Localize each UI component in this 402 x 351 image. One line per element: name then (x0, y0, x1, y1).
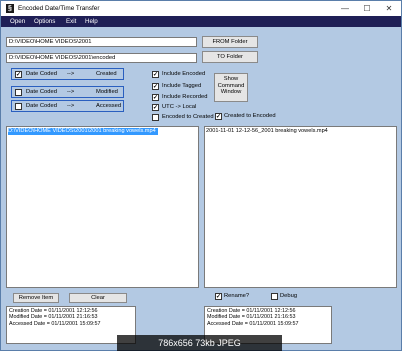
menu-bar: Open Options Exit Help (1, 16, 401, 27)
app-window: § Encoded Date/Time Transfer — ☐ ✕ Open … (0, 0, 402, 351)
minimize-button[interactable]: — (334, 1, 356, 16)
source-file-list[interactable]: D:\VIDEO\HOME VIDEOS\2001\2001 breaking … (6, 126, 199, 288)
mapping-target-label: Created (96, 71, 117, 77)
rename-checkbox[interactable]: ✓ (215, 293, 222, 300)
mapping-target-label: Modified (96, 89, 118, 95)
created-to-encoded-label: Created to Encoded (224, 113, 276, 119)
menu-exit[interactable]: Exit (66, 16, 76, 27)
mapping-target-label: Accessed (96, 103, 122, 109)
to-folder-input[interactable]: D:\VIDEO\HOME VIDEOS\2001\encoded (6, 53, 197, 63)
target-file-list[interactable]: 2001-11-01 12-12-56_2001 breaking vowels… (204, 126, 397, 288)
include-tagged-label: Include Tagged (162, 83, 202, 89)
mapping-source-label: Date Coded (26, 103, 57, 109)
clear-button[interactable]: Clear (69, 293, 127, 303)
encoded-to-created-checkbox[interactable] (152, 114, 159, 121)
accessed-date-text: Accessed Date = 01/11/2001 15:09:57 (9, 320, 101, 327)
utc-to-local-checkbox[interactable]: ✓ (152, 104, 159, 111)
title-bar: § Encoded Date/Time Transfer — ☐ ✕ (1, 1, 401, 16)
maximize-button[interactable]: ☐ (356, 1, 378, 16)
mapping-modified-checkbox[interactable] (15, 89, 22, 96)
window-title: Encoded Date/Time Transfer (18, 5, 100, 12)
rename-label: Rename? (224, 293, 250, 299)
created-to-encoded-checkbox[interactable]: ✓ (215, 113, 222, 120)
mapping-source-label: Date Coded (26, 71, 57, 77)
debug-label: Debug (280, 293, 298, 299)
menu-open[interactable]: Open (10, 16, 25, 27)
accessed-date-text: Accessed Date = 01/11/2001 15:09:57 (207, 320, 299, 327)
mapping-source-label: Date Coded (26, 89, 57, 95)
mapping-row-created: ✓ Date Coded --> Created (11, 68, 124, 80)
show-command-window-button[interactable]: Show Command Window (214, 73, 248, 102)
encoded-to-created-label: Encoded to Created (162, 114, 214, 120)
app-icon: § (6, 4, 14, 13)
mapping-accessed-checkbox[interactable] (15, 103, 22, 110)
include-recorded-checkbox[interactable]: ✓ (152, 94, 159, 101)
mapping-row-modified: Date Coded --> Modified (11, 86, 124, 98)
button-line: Window (220, 89, 242, 95)
arrow-text: --> (67, 103, 75, 109)
menu-help[interactable]: Help (85, 16, 98, 27)
arrow-text: --> (67, 71, 75, 77)
mapping-created-checkbox[interactable]: ✓ (15, 71, 22, 78)
image-caption: 786x656 73kb JPEG (117, 335, 282, 351)
arrow-text: --> (67, 89, 75, 95)
include-tagged-checkbox[interactable]: ✓ (152, 83, 159, 90)
include-encoded-label: Include Encoded (162, 71, 206, 77)
include-encoded-checkbox[interactable]: ✓ (152, 71, 159, 78)
remove-item-button[interactable]: Remove Item (13, 293, 59, 303)
from-folder-button[interactable]: FROM Folder (202, 36, 258, 48)
mapping-row-accessed: Date Coded --> Accessed (11, 100, 124, 112)
source-list-item-selected[interactable]: D:\VIDEO\HOME VIDEOS\2001\2001 breaking … (8, 128, 158, 135)
close-button[interactable]: ✕ (378, 1, 400, 16)
from-folder-input[interactable]: D:\VIDEO\HOME VIDEOS\2001 (6, 37, 197, 47)
to-folder-button[interactable]: TO Folder (202, 51, 258, 63)
menu-options[interactable]: Options (34, 16, 55, 27)
utc-to-local-label: UTC -> Local (162, 104, 197, 110)
target-list-item[interactable]: 2001-11-01 12-12-56_2001 breaking vowels… (206, 128, 328, 135)
debug-checkbox[interactable] (271, 293, 278, 300)
include-recorded-label: Include Recorded (162, 94, 208, 100)
